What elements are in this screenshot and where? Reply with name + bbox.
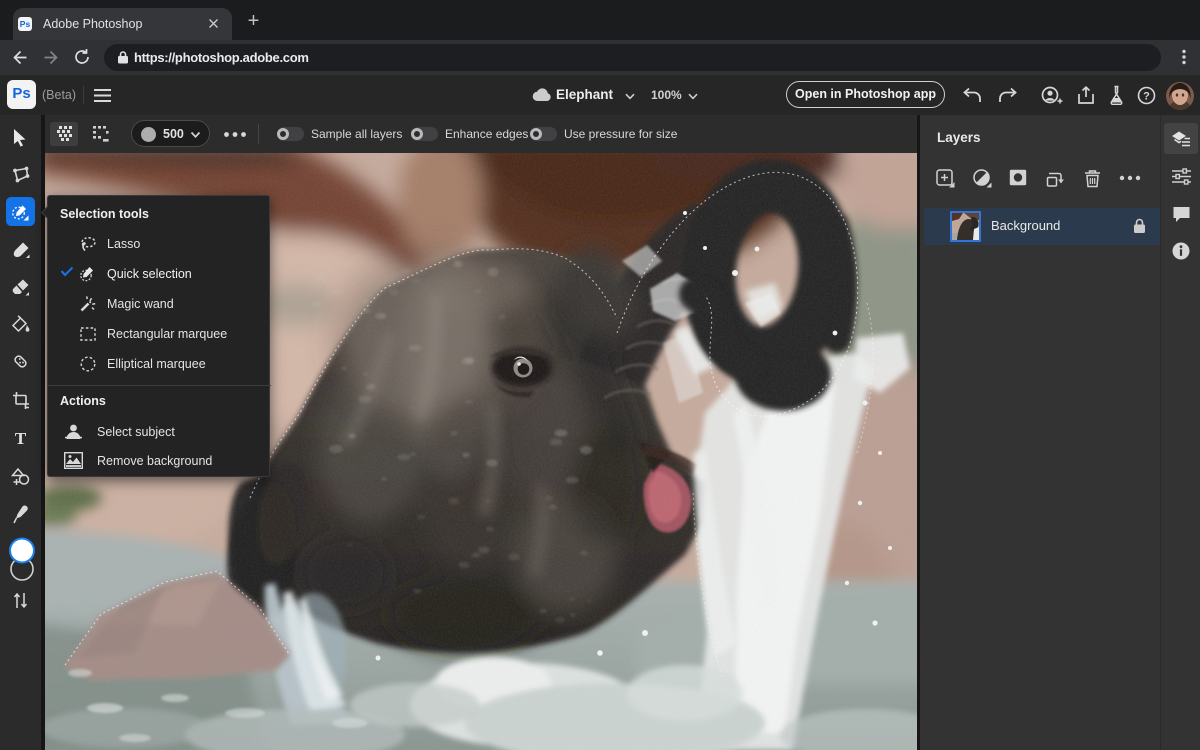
svg-text:?: ? [1143,90,1150,102]
